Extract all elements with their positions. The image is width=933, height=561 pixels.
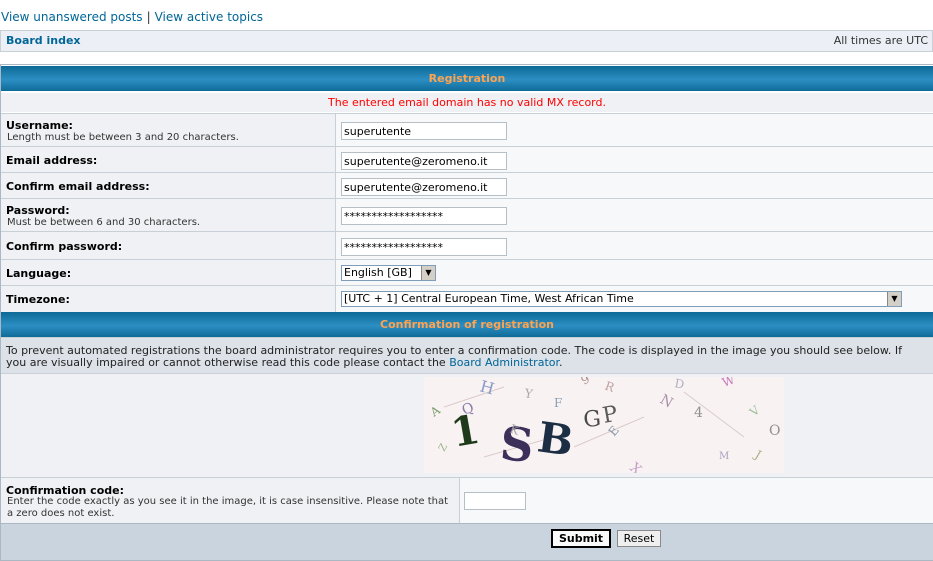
captcha-glyph: J [751,446,764,462]
username-input[interactable]: superutente [341,122,507,140]
captcha-glyph: H [478,377,496,398]
password-row: Password: Must be between 6 and 30 chara… [1,198,933,231]
confirmation-code-hint: Enter the code exactly as you see it in … [7,496,449,519]
chevron-down-icon[interactable]: ▼ [887,292,901,306]
confirmation-code-row: Confirmation code: Enter the code exactl… [1,477,933,523]
username-label: Username: [6,119,73,132]
timezone-row: Timezone: [UTC + 1] Central European Tim… [1,285,933,312]
timezone-value: [UTC + 1] Central European Time, West Af… [344,292,634,305]
link-separator: | [146,10,151,24]
confirm-email-input[interactable]: superutente@zeromeno.it [341,178,507,196]
confirmation-header: Confirmation of registration [1,312,933,337]
confirmation-explain: To prevent automated registrations the b… [1,337,933,373]
captcha-glyph: F [554,396,562,410]
confirm-password-row: Confirm password: ****************** [1,231,933,259]
registration-form: Registration The entered email domain ha… [0,64,933,561]
captcha-glyph: M [719,451,729,462]
timezone-label: Timezone: [6,293,70,306]
captcha-image: 1SBGPHQAYR9FZNX4WJMEKDVO [424,372,784,479]
captcha-glyph: D [673,377,685,392]
password-label: Password: [6,204,70,217]
view-active-topics-link[interactable]: View active topics [155,10,263,24]
language-row: Language: English [GB] ▼ [1,259,933,285]
captcha-glyph: Z [437,442,450,454]
timezone-note: All times are UTC [833,34,928,47]
confirm-email-row: Confirm email address: superutente@zerom… [1,172,933,198]
captcha-glyph: A [427,403,443,420]
explain-end: . [559,356,563,369]
email-row: Email address: superutente@zeromeno.it [1,146,933,172]
timezone-select[interactable]: [UTC + 1] Central European Time, West Af… [341,291,902,307]
view-unanswered-link[interactable]: View unanswered posts [1,10,143,24]
confirm-password-input[interactable]: ****************** [341,238,507,256]
password-input[interactable]: ****************** [341,207,507,225]
board-administrator-link[interactable]: Board Administrator [449,356,559,369]
registration-header: Registration [1,66,933,91]
chevron-down-icon[interactable]: ▼ [421,266,435,280]
captcha-glyph: O [769,423,780,439]
captcha-glyph: Y [522,386,534,402]
email-input[interactable]: superutente@zeromeno.it [341,152,507,170]
captcha-glyph: B [535,412,577,465]
captcha-glyph: N [657,392,676,412]
password-hint: Must be between 6 and 30 characters. [7,217,201,228]
captcha-glyph: R [603,379,617,396]
confirmation-code-input[interactable] [464,492,526,510]
error-message: The entered email domain has no valid MX… [1,93,933,112]
captcha-svg: 1 SB GPHQAY R9FZNX4WJMEKDVO [427,372,781,479]
submit-button[interactable]: Submit [551,529,611,548]
captcha-glyph: W [720,377,737,390]
captcha-glyph: X [626,460,644,473]
language-select[interactable]: English [GB] ▼ [341,265,436,281]
top-links: View unanswered posts | View active topics [1,10,263,24]
username-hint: Length must be between 3 and 20 characte… [7,132,239,143]
captcha-glyph: G [582,407,602,433]
username-row: Username: Length must be between 3 and 2… [1,113,933,146]
captcha-glyph: V [746,403,763,420]
form-buttons: Submit Reset [1,523,933,560]
confirm-password-label: Confirm password: [6,240,123,253]
confirm-email-label: Confirm email address: [6,180,150,193]
language-value: English [GB] [344,266,412,279]
reset-button[interactable]: Reset [617,530,661,547]
captcha-glyph: 9 [579,377,593,388]
board-index-link[interactable]: Board index [6,34,81,47]
captcha-row: 1SBGPHQAYR9FZNX4WJMEKDVO [1,372,933,479]
language-label: Language: [6,267,72,280]
breadcrumb: Board index All times are UTC [0,30,933,52]
captcha-glyph: 4 [694,405,703,421]
email-label: Email address: [6,154,98,167]
